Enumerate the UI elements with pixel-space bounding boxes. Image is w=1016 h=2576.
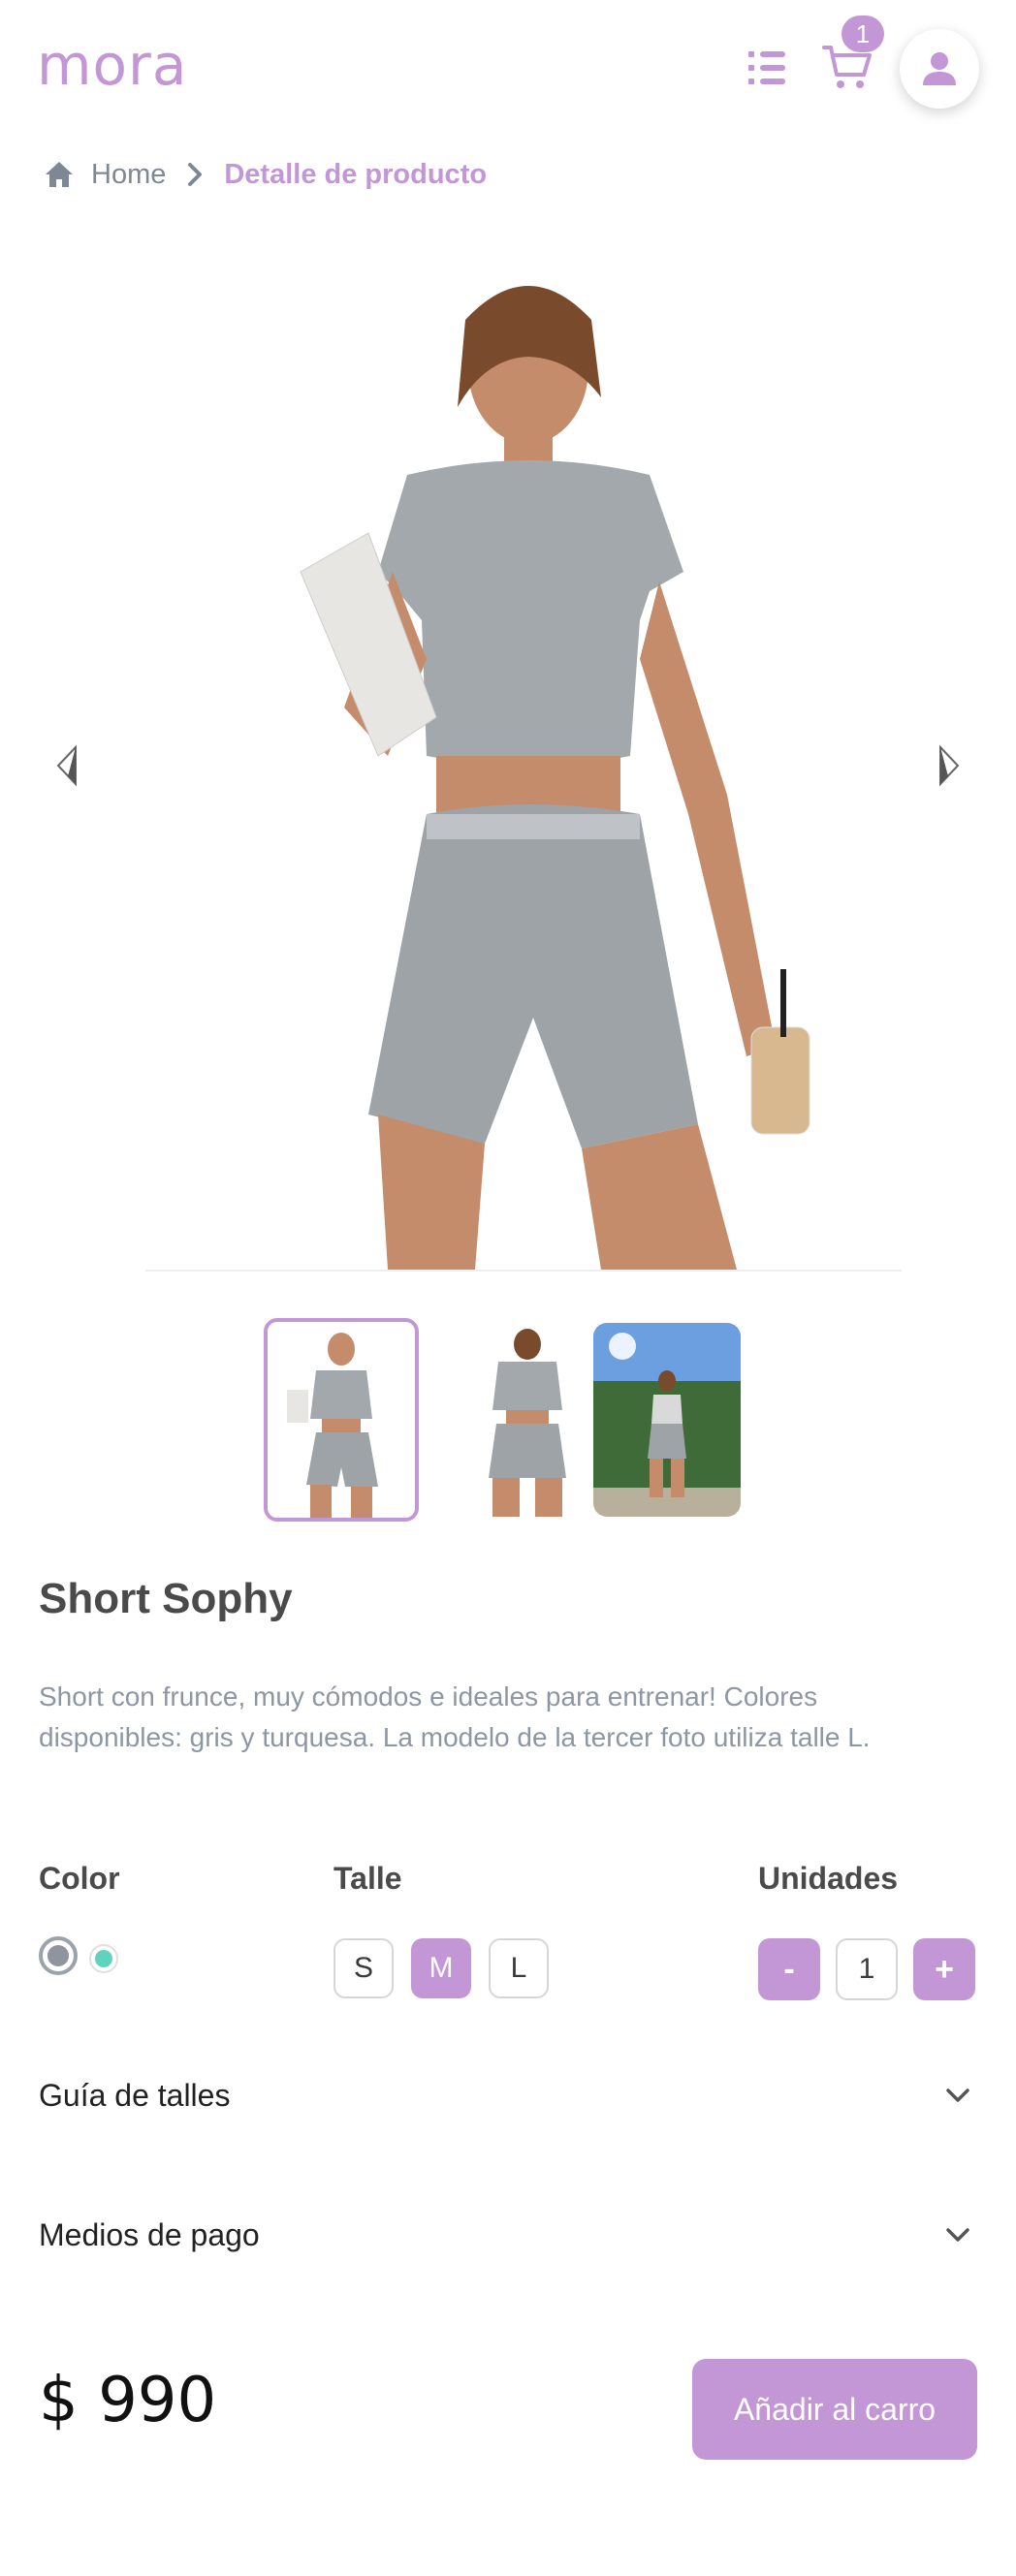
- product-title: Short Sophy: [39, 1575, 293, 1622]
- breadcrumb: Home Detalle de producto: [45, 155, 487, 194]
- size-guide-accordion[interactable]: Guía de talles: [39, 2066, 977, 2124]
- units-label: Unidades: [758, 1861, 899, 1896]
- triangle-left-icon: [56, 744, 77, 787]
- home-icon[interactable]: [45, 159, 76, 190]
- brand-logo[interactable]: mora: [37, 33, 187, 97]
- breadcrumb-home-link[interactable]: Home: [91, 159, 166, 191]
- chevron-right-icon: [187, 162, 203, 187]
- previous-image-button[interactable]: [47, 741, 85, 790]
- size-label: Talle: [333, 1861, 402, 1896]
- color-swatch-turquesa[interactable]: [89, 1944, 118, 1973]
- product-description: Short con frunce, muy cómodos e ideales …: [39, 1681, 871, 1752]
- main-product-image: [145, 252, 902, 1272]
- thumbnail-2[interactable]: [454, 1323, 601, 1517]
- thumbnail-3[interactable]: [593, 1323, 741, 1517]
- add-to-cart-button[interactable]: Añadir al carro: [692, 2359, 977, 2460]
- menu-button[interactable]: [741, 43, 795, 93]
- size-option-m[interactable]: M: [411, 1938, 471, 1998]
- size-guide-label: Guía de talles: [39, 2077, 231, 2113]
- color-label: Color: [39, 1861, 120, 1896]
- size-option-l[interactable]: L: [489, 1938, 549, 1998]
- payment-methods-accordion[interactable]: Medios de pago: [39, 2206, 977, 2264]
- cart-count-badge: 1: [841, 16, 884, 52]
- product-gallery: [39, 252, 977, 1279]
- payment-methods-label: Medios de pago: [39, 2216, 260, 2252]
- quantity-decrement-button[interactable]: -: [758, 1938, 820, 2000]
- breadcrumb-current: Detalle de producto: [224, 158, 488, 190]
- size-option-s[interactable]: S: [333, 1938, 394, 1998]
- product-price: $ 990: [39, 2365, 217, 2436]
- quantity-value[interactable]: 1: [836, 1938, 898, 2000]
- top-header: mora 1: [0, 0, 1016, 136]
- chevron-down-icon: [938, 2076, 977, 2115]
- color-swatch-gris[interactable]: [39, 1936, 78, 1975]
- chevron-down-icon: [938, 2215, 977, 2254]
- thumbnail-1[interactable]: [264, 1318, 419, 1522]
- user-account-button[interactable]: [900, 29, 979, 109]
- user-icon: [923, 52, 956, 85]
- triangle-right-icon: [939, 744, 960, 787]
- list-icon: [748, 51, 785, 84]
- quantity-increment-button[interactable]: +: [913, 1938, 975, 2000]
- next-image-button[interactable]: [931, 741, 969, 790]
